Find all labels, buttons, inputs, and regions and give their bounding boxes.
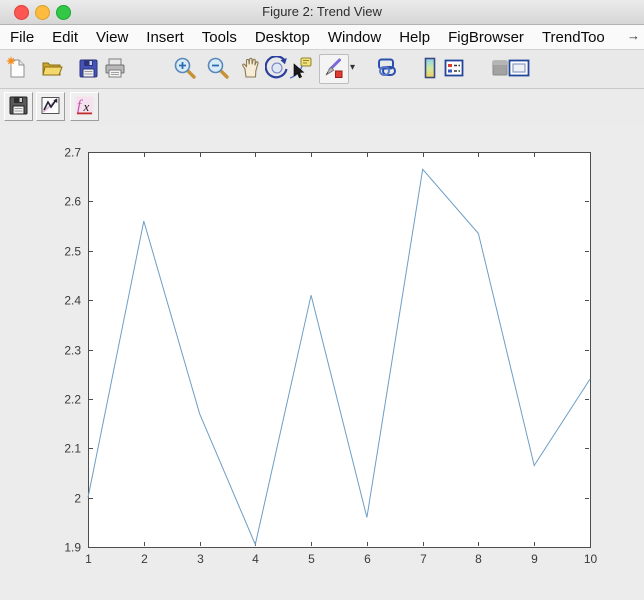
menu-insert[interactable]: Insert bbox=[137, 29, 193, 46]
menu-help[interactable]: Help bbox=[390, 29, 439, 46]
trendtool-toolbar: f x bbox=[0, 89, 644, 126]
link-chain-icon bbox=[374, 56, 398, 80]
link-plots-button[interactable] bbox=[374, 56, 398, 80]
pan-button[interactable] bbox=[239, 56, 263, 80]
menu-figbrowser[interactable]: FigBrowser bbox=[439, 29, 533, 46]
print-figure-button[interactable] bbox=[103, 56, 127, 80]
plot-box bbox=[89, 153, 591, 548]
y-tick-label: 2 bbox=[74, 492, 81, 506]
save-floppy-icon bbox=[76, 56, 100, 80]
menu-bar: File Edit View Insert Tools Desktop Wind… bbox=[0, 25, 644, 50]
y-tick-label: 2.3 bbox=[64, 344, 81, 358]
figure-canvas: 1 2 3 4 5 6 7 8 9 10 1.9 2 2.1 2.2 2.3 2.4 2.5 2.6 2.7 bbox=[0, 125, 644, 600]
menu-file[interactable]: File bbox=[0, 29, 43, 46]
brush-dropdown-arrow[interactable]: ▾ bbox=[350, 62, 355, 73]
y-tick-label: 2.6 bbox=[64, 195, 81, 209]
menu-window[interactable]: Window bbox=[319, 29, 390, 46]
menu-tools[interactable]: Tools bbox=[193, 29, 246, 46]
window-title: Figure 2: Trend View bbox=[0, 4, 644, 19]
y-tick-label: 2.5 bbox=[64, 245, 81, 259]
brush-data-button[interactable] bbox=[319, 54, 349, 84]
fx-function-icon: f x bbox=[74, 95, 95, 116]
open-folder-icon bbox=[40, 56, 64, 80]
svg-text:x: x bbox=[83, 99, 90, 114]
x-tick-label: 1 bbox=[85, 552, 92, 566]
menu-overflow-icon[interactable]: → bbox=[627, 28, 640, 43]
zoom-in-icon bbox=[173, 56, 197, 80]
x-tick-label: 6 bbox=[364, 552, 371, 566]
trend-plot-button[interactable] bbox=[36, 92, 65, 121]
trend-plot-icon bbox=[40, 95, 61, 116]
insert-legend-button[interactable] bbox=[442, 56, 466, 80]
menu-trendtools[interactable]: TrendToo bbox=[533, 29, 614, 46]
y-tick-label: 2.1 bbox=[64, 442, 81, 456]
pan-hand-icon bbox=[239, 56, 263, 80]
rotate-3d-icon bbox=[265, 56, 289, 80]
rotate-3d-button[interactable] bbox=[265, 56, 289, 80]
y-tick-label: 2.7 bbox=[64, 146, 81, 160]
new-document-icon bbox=[5, 56, 29, 80]
menu-edit[interactable]: Edit bbox=[43, 29, 87, 46]
menu-desktop[interactable]: Desktop bbox=[246, 29, 319, 46]
x-tick-label: 3 bbox=[197, 552, 204, 566]
x-tick-label: 8 bbox=[475, 552, 482, 566]
new-figure-button[interactable] bbox=[5, 56, 29, 80]
insert-colorbar-button[interactable] bbox=[418, 56, 442, 80]
y-tick-label: 2.4 bbox=[64, 294, 81, 308]
x-tick-label: 7 bbox=[420, 552, 427, 566]
zoom-out-button[interactable] bbox=[206, 56, 230, 80]
colorbar-icon bbox=[418, 56, 442, 80]
trend-function-button[interactable]: f x bbox=[70, 92, 99, 121]
trend-save-button[interactable] bbox=[4, 92, 33, 121]
data-cursor-icon bbox=[288, 56, 312, 80]
show-plot-tools-dock-button[interactable] bbox=[507, 56, 531, 80]
figure-toolbar: ▾ bbox=[0, 50, 644, 89]
legend-icon bbox=[442, 56, 466, 80]
dock-figure-icon bbox=[507, 56, 531, 80]
zoom-out-icon bbox=[206, 56, 230, 80]
x-tick-label: 2 bbox=[141, 552, 148, 566]
open-file-button[interactable] bbox=[40, 56, 64, 80]
figure-window: Figure 2: Trend View File Edit View Inse… bbox=[0, 0, 644, 600]
menu-view[interactable]: View bbox=[87, 29, 137, 46]
x-tick-label: 9 bbox=[531, 552, 538, 566]
save-figure-button[interactable] bbox=[76, 56, 100, 80]
zoom-in-button[interactable] bbox=[173, 56, 197, 80]
save-floppy-dark-icon bbox=[8, 95, 29, 116]
y-tick-label: 1.9 bbox=[64, 541, 81, 555]
x-tick-label: 10 bbox=[584, 552, 598, 566]
data-cursor-button[interactable] bbox=[288, 56, 312, 80]
title-bar[interactable]: Figure 2: Trend View bbox=[0, 0, 644, 25]
y-tick-label: 2.2 bbox=[64, 393, 81, 407]
x-tick-label: 4 bbox=[252, 552, 259, 566]
brush-icon bbox=[321, 56, 345, 80]
printer-icon bbox=[103, 56, 127, 80]
trend-chart: 1 2 3 4 5 6 7 8 9 10 1.9 2 2.1 2.2 2.3 2.4 2.5 2.6 2.7 bbox=[0, 125, 644, 600]
x-tick-label: 5 bbox=[308, 552, 315, 566]
